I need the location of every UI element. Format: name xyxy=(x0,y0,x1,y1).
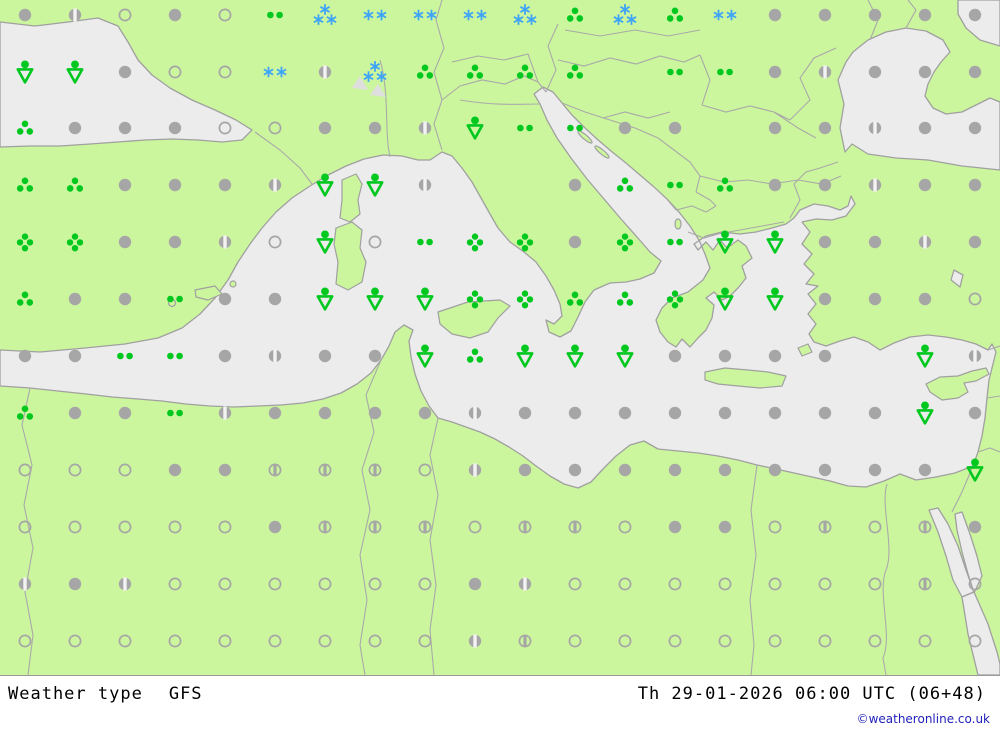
weather-symbol-oc xyxy=(918,121,932,135)
weather-symbol-oc xyxy=(868,65,882,79)
weather-symbol-oc xyxy=(668,121,682,135)
weather-symbol-oc xyxy=(968,121,982,135)
weather-symbol-oc xyxy=(618,121,632,135)
weather-symbol-oc xyxy=(868,8,882,22)
weather-symbol-oc xyxy=(818,406,832,420)
weather-symbol-oc xyxy=(618,463,632,477)
weather-symbol-oc xyxy=(218,349,232,363)
weather-symbol-oc xyxy=(18,349,32,363)
weather-symbol-oc xyxy=(168,121,182,135)
weather-symbol-oc xyxy=(718,463,732,477)
weather-map[interactable] xyxy=(0,0,1000,675)
corsica xyxy=(339,173,363,223)
weather-symbol-oc xyxy=(668,520,682,534)
weather-symbol-oc xyxy=(568,178,582,192)
weather-symbol-oc xyxy=(918,8,932,22)
weather-symbol-oc xyxy=(868,292,882,306)
weather-symbol-oc xyxy=(318,349,332,363)
weather-symbol-oc xyxy=(168,8,182,22)
weather-symbol-oc xyxy=(118,292,132,306)
weather-symbol-oc xyxy=(468,577,482,591)
weather-symbol-oc xyxy=(118,235,132,249)
weather-symbol-oc xyxy=(768,406,782,420)
weather-symbol-oc xyxy=(668,463,682,477)
weather-symbol-oc xyxy=(568,463,582,477)
product-label: Weather type xyxy=(8,684,143,704)
corfu xyxy=(674,218,682,230)
weather-symbol-oc xyxy=(118,178,132,192)
weather-symbol-oc xyxy=(318,121,332,135)
weather-symbol-oc xyxy=(918,178,932,192)
weather-symbol-oc xyxy=(868,406,882,420)
weather-symbol-oc xyxy=(68,577,82,591)
map-title: Weather type GFS xyxy=(8,684,203,704)
weather-symbol-oc xyxy=(368,121,382,135)
weather-symbol-oc xyxy=(768,65,782,79)
weather-symbol-oc xyxy=(368,406,382,420)
weather-symbol-oc xyxy=(818,121,832,135)
weather-symbol-oc xyxy=(718,349,732,363)
weather-symbol-oc xyxy=(718,406,732,420)
menorca xyxy=(229,280,237,288)
weather-symbol-oc xyxy=(768,8,782,22)
weather-symbol-oc xyxy=(68,121,82,135)
weather-symbol-oc xyxy=(118,406,132,420)
weather-symbol-oc xyxy=(118,121,132,135)
weather-symbol-oc xyxy=(168,235,182,249)
weather-symbol-oc xyxy=(968,8,982,22)
weather-symbol-oc xyxy=(968,520,982,534)
weather-symbol-oc xyxy=(818,8,832,22)
weather-symbol-oc xyxy=(618,406,632,420)
weather-symbol-oc xyxy=(68,406,82,420)
weather-symbol-oc xyxy=(218,292,232,306)
sardinia xyxy=(333,221,367,291)
weather-symbol-oc xyxy=(968,406,982,420)
weather-symbol-oc xyxy=(418,406,432,420)
weather-map-page: Weather type GFS Th 29-01-2026 06:00 UTC … xyxy=(0,0,1000,733)
weather-symbol-oc xyxy=(568,406,582,420)
caption-bar: Weather type GFS Th 29-01-2026 06:00 UTC … xyxy=(0,675,1000,733)
weather-symbol-oc xyxy=(318,406,332,420)
weather-symbol-oc xyxy=(268,292,282,306)
weather-symbol-oc xyxy=(818,349,832,363)
valid-time-label: Th 29-01-2026 06:00 UTC (06+48) xyxy=(637,684,986,704)
weather-symbol-oc xyxy=(768,349,782,363)
model-label: GFS xyxy=(168,684,203,704)
weather-symbol-oc xyxy=(918,292,932,306)
weather-symbol-oc xyxy=(868,235,882,249)
weather-symbol-oc xyxy=(218,463,232,477)
weather-symbol-oc xyxy=(568,235,582,249)
weather-symbol-oc xyxy=(218,178,232,192)
weather-symbol-oc xyxy=(818,463,832,477)
weather-symbol-oc xyxy=(268,406,282,420)
weather-symbol-oc xyxy=(918,65,932,79)
weather-symbol-oc xyxy=(718,520,732,534)
weather-symbol-oc xyxy=(818,292,832,306)
weather-symbol-oc xyxy=(768,178,782,192)
weather-symbol-oc xyxy=(918,463,932,477)
weather-symbol-oc xyxy=(768,121,782,135)
weather-symbol-oc xyxy=(368,349,382,363)
weather-symbol-oc xyxy=(168,178,182,192)
weather-symbol-oc xyxy=(968,65,982,79)
weather-symbol-oc xyxy=(818,235,832,249)
weather-symbol-oc xyxy=(518,406,532,420)
weather-symbol-oc xyxy=(668,406,682,420)
copyright-link[interactable]: ©weatheronline.co.uk xyxy=(857,712,990,726)
weather-symbol-oc xyxy=(18,8,32,22)
weather-symbol-oc xyxy=(118,65,132,79)
weather-symbol-oc xyxy=(68,292,82,306)
weather-symbol-oc xyxy=(968,178,982,192)
weather-symbol-oc xyxy=(768,463,782,477)
weather-symbol-oc xyxy=(668,349,682,363)
weather-symbol-oc xyxy=(818,178,832,192)
weather-symbol-oc xyxy=(168,463,182,477)
weather-symbol-oc xyxy=(68,349,82,363)
weather-symbol-oc xyxy=(868,463,882,477)
weather-symbol-oc xyxy=(518,463,532,477)
weather-symbol-oc xyxy=(268,520,282,534)
weather-symbol-oc xyxy=(968,235,982,249)
